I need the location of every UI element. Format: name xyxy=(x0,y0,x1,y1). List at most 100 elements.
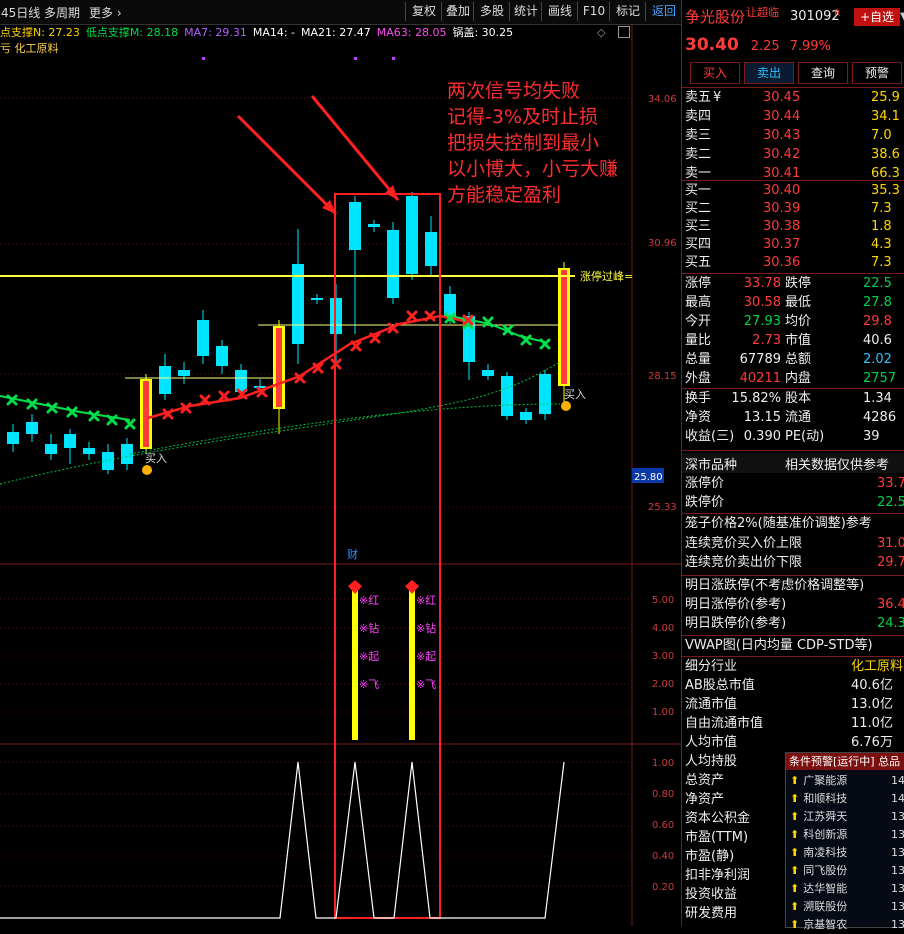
bid-volume: 35.3 xyxy=(871,183,900,198)
limit-value: 22.5 xyxy=(877,495,904,510)
toolbar-button-stats[interactable]: 统计 xyxy=(509,2,542,21)
indicator-axis-label: 3.00 xyxy=(652,651,674,662)
stat-label: 股本 xyxy=(785,391,812,406)
ask-row: 卖二 30.42 38.6 xyxy=(685,146,904,164)
alert-stock-name: 科创新源 xyxy=(803,828,848,841)
alert-count: 14 xyxy=(891,774,904,787)
annotation-line: 两次信号均失败 xyxy=(447,80,581,102)
up-arrow-icon: ⬆ xyxy=(790,846,800,859)
cross-marker xyxy=(6,394,18,406)
alert-item[interactable]: ⬆ 溯联股份 13 xyxy=(786,898,904,916)
stat-value: 1.34 xyxy=(863,391,892,406)
alert-button[interactable]: 预警 xyxy=(852,62,902,84)
toolbar-button-draw[interactable]: 画线 xyxy=(541,2,578,21)
candle-body xyxy=(159,366,171,394)
stat-value: 2.73 xyxy=(752,333,781,348)
bid-row: 买二 30.39 7.3 xyxy=(685,200,904,218)
alert-item[interactable]: ⬆ 和顺科技 14 xyxy=(786,790,904,808)
cage-label: 连续竞价卖出价下限 xyxy=(685,555,803,570)
up-arrow-icon: ⬆ xyxy=(790,792,800,805)
market-note: 相关数据仅供参考 xyxy=(785,458,890,473)
toolbar-button-multi-stock[interactable]: 多股 xyxy=(473,2,510,21)
stat-row: 今开 27.93 均价 29.8 xyxy=(685,313,904,331)
alert-item[interactable]: ⬆ 达华智能 13 xyxy=(786,880,904,898)
candle-body xyxy=(83,448,95,454)
price-axis-label: 28.15 xyxy=(648,371,677,382)
bid-label: 买三 xyxy=(685,219,712,234)
candle-body xyxy=(235,370,247,392)
stat-label: 今开 xyxy=(685,314,712,329)
condition-alert-panel[interactable]: 条件预警[运行中] 总品 ⬆ 广聚能源 14 ⬆ 和顺科技 14 ⬆ 江苏舜天 13 ⬆ 科创新源 1… xyxy=(785,752,904,931)
candle-body xyxy=(197,320,209,356)
toolbar-button-back[interactable]: 返回 xyxy=(645,2,682,21)
alert-item[interactable]: ⬆ 江苏舜天 13 xyxy=(786,808,904,826)
add-watchlist-button[interactable]: +自选 xyxy=(854,8,900,26)
candle-body xyxy=(311,298,323,300)
cross-marker xyxy=(124,418,136,430)
bid-label: 买四 xyxy=(685,237,712,252)
candle-body xyxy=(7,432,19,444)
alert-item[interactable]: ⬆ 广聚能源 14 xyxy=(786,772,904,790)
candle-body xyxy=(501,376,513,416)
bid-price: 30.40 xyxy=(763,183,801,198)
query-button[interactable]: 查询 xyxy=(798,62,848,84)
annotation-line: 记得-3%及时止损 xyxy=(447,106,598,128)
alert-item[interactable]: ⬆ 京基智农 13 xyxy=(786,916,904,934)
stat-value: 27.93 xyxy=(743,314,781,329)
stat-value: 39 xyxy=(863,429,880,444)
tomorrow-value: 36.4 xyxy=(877,597,904,612)
ask-label: 卖四 xyxy=(685,109,712,124)
toolbar-button-f10[interactable]: F10 xyxy=(577,2,610,21)
ask-flag: ¥ xyxy=(713,90,722,105)
multi-period-button[interactable]: 多周期 xyxy=(44,4,80,21)
signal-tag: ※红 xyxy=(416,594,436,607)
chevron-down-icon[interactable]: ▼ xyxy=(900,11,904,22)
up-arrow-icon: ⬆ xyxy=(790,828,800,841)
alert-stock-name: 溯联股份 xyxy=(803,900,848,913)
more-menu-button[interactable]: 更多 › xyxy=(89,4,122,21)
fund-label: 净资产 xyxy=(685,792,725,807)
period-selector[interactable]: 45日线 xyxy=(1,4,40,21)
stat-label: 流通 xyxy=(785,410,812,425)
bid-volume: 1.8 xyxy=(871,219,892,234)
signal-candle-core xyxy=(143,381,149,447)
fund-value: 11.0亿 xyxy=(851,716,893,731)
stat-value: 2757 xyxy=(863,371,897,386)
ask-row: 卖四 30.44 34.1 xyxy=(685,108,904,126)
candle-body xyxy=(425,232,437,266)
fund-value: 40.6亿 xyxy=(851,678,893,693)
ask-label: 卖五 xyxy=(685,90,712,105)
toolbar-button-mark[interactable]: 标记 xyxy=(609,2,646,21)
alert-item[interactable]: ⬆ 科创新源 13 xyxy=(786,826,904,844)
alert-count: 13 xyxy=(891,828,904,841)
fund-value: 6.76万 xyxy=(851,735,893,750)
signal-dot xyxy=(392,57,395,60)
fund-value: 化工原料 xyxy=(851,659,904,674)
stat-label: 均价 xyxy=(785,314,812,329)
osc-axis-label: 0.60 xyxy=(652,820,674,831)
market-type: 深市品种 xyxy=(685,458,738,473)
bid-row: 买五 30.36 7.3 xyxy=(685,254,904,272)
toolbar-button-fuquan[interactable]: 复权 xyxy=(405,2,442,21)
stat-label: 涨停 xyxy=(685,276,712,291)
annotation-line: 把损失控制到最小 xyxy=(447,132,600,154)
bid-volume: 7.3 xyxy=(871,201,892,216)
stat-value: 4286 xyxy=(863,410,897,425)
candle-body xyxy=(216,346,228,366)
alert-item[interactable]: ⬆ 同飞股份 13 xyxy=(786,862,904,880)
price-axis-label: 30.96 xyxy=(648,238,677,249)
fund-label: AB股总市值 xyxy=(685,678,755,693)
fund-label: 人均市值 xyxy=(685,735,738,750)
osc-axis-label: 0.20 xyxy=(652,882,674,893)
stat-label: 收益(三) xyxy=(685,429,735,444)
bid-label: 买五 xyxy=(685,255,712,270)
signal-dot xyxy=(354,57,357,60)
tomorrow-row: 明日跌停价(参考) 24.3 xyxy=(685,615,904,633)
buy-button[interactable]: 买入 xyxy=(690,62,740,84)
stat-value: 30.58 xyxy=(743,295,781,310)
alert-item[interactable]: ⬆ 南凌科技 13 xyxy=(786,844,904,862)
sell-button[interactable]: 卖出 xyxy=(744,62,794,84)
toolbar-button-overlay[interactable]: 叠加 xyxy=(441,2,474,21)
cage-label: 连续竞价买入价上限 xyxy=(685,536,803,551)
annotation-line: 方能稳定盈利 xyxy=(447,184,562,206)
